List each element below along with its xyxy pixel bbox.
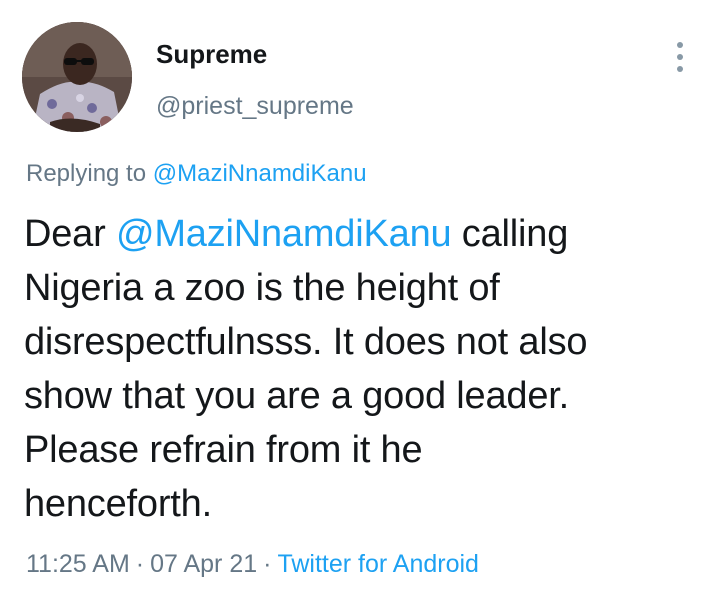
- more-dot-icon: [677, 54, 683, 60]
- tweet-line: Nigeria a zoo is the height of: [24, 267, 500, 309]
- replying-to-mention-link[interactable]: @MaziNnamdiKanu: [153, 160, 367, 187]
- tweet-line: henceforth.: [24, 483, 212, 525]
- replying-to: Replying to @MaziNnamdiKanu: [26, 158, 367, 190]
- tweet-text-segment: calling: [451, 213, 569, 255]
- tweet-text: Dear @MaziNnamdiKanu calling Nigeria a z…: [24, 207, 704, 531]
- tweet-source-link[interactable]: Twitter for Android: [277, 550, 478, 578]
- tweet-line: Dear @MaziNnamdiKanu calling: [24, 207, 704, 261]
- avatar[interactable]: [22, 22, 132, 132]
- tweet-line: Please refrain from it he: [24, 429, 423, 471]
- tweet-card: Supreme @priest_supreme Replying to @Maz…: [0, 0, 720, 608]
- mention-link[interactable]: @MaziNnamdiKanu: [116, 213, 452, 255]
- meta-separator: ·: [263, 550, 272, 578]
- avatar-image: [22, 22, 132, 132]
- replying-to-label: Replying to: [26, 160, 153, 187]
- tweet-time[interactable]: 11:25 AM: [26, 550, 130, 578]
- tweet-date[interactable]: 07 Apr 21: [150, 550, 257, 578]
- more-options-icon[interactable]: [666, 40, 694, 74]
- display-name[interactable]: Supreme: [156, 38, 267, 70]
- user-handle[interactable]: @priest_supreme: [156, 90, 354, 122]
- more-dot-icon: [677, 42, 683, 48]
- tweet-text-segment: Dear: [24, 213, 116, 255]
- meta-separator: ·: [135, 550, 145, 578]
- tweet-meta: 11:25 AM · 07 Apr 21 · Twitter for Android: [26, 548, 479, 580]
- more-dot-icon: [677, 66, 683, 72]
- tweet-line: show that you are a good leader.: [24, 375, 569, 417]
- tweet-line: disrespectfulnsss. It does not also: [24, 321, 588, 363]
